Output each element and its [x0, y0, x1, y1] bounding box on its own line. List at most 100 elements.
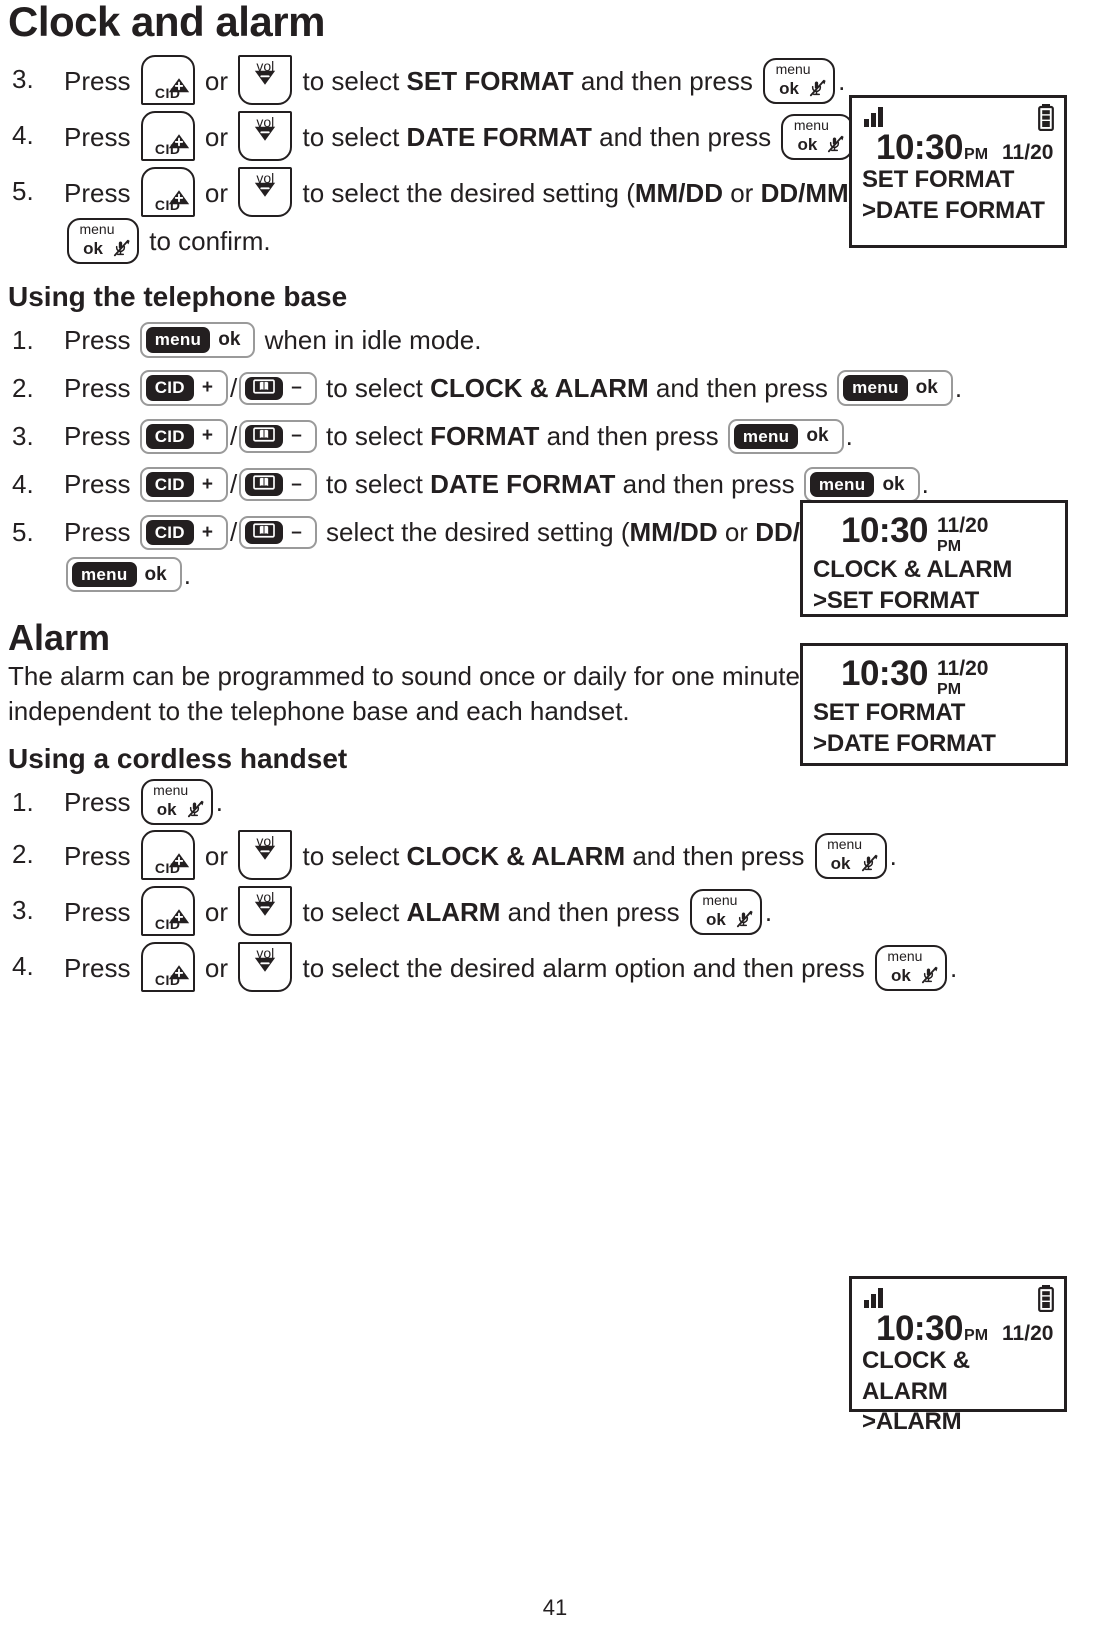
- handset-vol-down-key-icon: vol: [238, 55, 293, 106]
- key-label-menu: menu: [775, 61, 811, 78]
- step-text: Press CID + / – to select CLOCK & ALARM and…: [64, 370, 962, 407]
- text-run: and then press: [539, 421, 726, 452]
- key-label-menu: menu: [153, 781, 189, 798]
- text-run: or: [197, 65, 236, 96]
- section-heading-telephone-base: Using the telephone base: [8, 281, 348, 313]
- text-run: Press: [64, 373, 138, 404]
- key-label: CID: [154, 915, 181, 932]
- lcd-time: 10:30: [876, 128, 964, 167]
- handset-cid-up-key-icon: CID: [140, 885, 195, 936]
- menu-item-name: ALARM: [406, 896, 501, 927]
- page-number: 41: [542, 1595, 568, 1620]
- base-directory-down-key-icon: –: [239, 371, 317, 405]
- step-text: Press menu ok when in idle mode.: [64, 322, 481, 358]
- lcd-date: 11/20: [937, 657, 989, 680]
- key-label-ok: ok: [882, 473, 905, 495]
- key-label-ok: ok: [218, 329, 241, 351]
- text-run: .: [764, 896, 773, 927]
- handset-vol-down-key-icon: vol: [238, 885, 293, 936]
- battery-icon: [1038, 104, 1054, 132]
- lcd-status-row: [862, 104, 1056, 132]
- text-run: Press: [64, 65, 138, 96]
- text-run: /: [229, 517, 238, 548]
- text-run: to select: [295, 121, 407, 152]
- key-label-minus: –: [291, 377, 302, 399]
- lcd-line-1: SET FORMAT: [813, 699, 966, 726]
- signal-bars-icon: [864, 1288, 883, 1308]
- key-label: CID: [154, 141, 181, 158]
- step-number: 1.: [12, 325, 34, 356]
- handset-cid-up-key-icon: CID: [140, 941, 195, 992]
- menu-item-name: DD/MM: [760, 177, 849, 208]
- lcd-line-2: >ALARM: [862, 1408, 962, 1436]
- text-run: Press: [64, 325, 138, 356]
- step-item: 2. Press CID + / – to select CLOCK & ALARM a…: [8, 367, 1102, 409]
- text-run: and then press: [615, 469, 802, 500]
- text-run: to select: [295, 840, 407, 871]
- text-run: or: [197, 896, 236, 927]
- key-label-ok: ok: [156, 799, 177, 819]
- base-menu-ok-key-icon: menu ok: [139, 322, 256, 358]
- lcd-date-ampm-stack: 11/20 PM: [937, 513, 988, 555]
- lcd-display-base-set-format-date-format: 10:30 11/20 PM SET FORMAT >DATE FORMAT: [800, 643, 1068, 766]
- handset-cid-up-key-icon: CID: [140, 55, 195, 106]
- menu-item-name: CLOCK & ALARM: [430, 373, 649, 404]
- step-item: 3. Press CID + / – to select FORMAT and then…: [8, 415, 1102, 457]
- menu-item-name: DATE FORMAT: [430, 469, 616, 500]
- menu-item-name: FORMAT: [430, 421, 540, 452]
- lcd-time-row: 10:30 PM 11/20: [862, 130, 1056, 165]
- text-run: Press: [64, 421, 138, 452]
- key-label-menu: menu: [702, 891, 738, 908]
- handset-menu-ok-key-icon: menu ok: [874, 944, 947, 991]
- key-label-cid: CID: [145, 471, 194, 498]
- key-label-minus: –: [291, 521, 302, 543]
- step-text: Press CID + / – to select FORMAT and then p…: [64, 418, 853, 455]
- handset-vol-down-key-icon: vol: [238, 829, 293, 880]
- step-item: 4. Press CID or vol to select the desired…: [8, 941, 1102, 995]
- handset-vol-down-key-icon: vol: [238, 167, 293, 218]
- base-directory-down-key-icon: –: [239, 516, 317, 549]
- lcd-time: 10:30: [841, 511, 929, 550]
- base-directory-down-key-icon: –: [239, 468, 317, 501]
- step-text: Press CID or vol to select DATE FORMAT a…: [64, 111, 864, 162]
- text-run: .: [921, 469, 929, 500]
- manual-page: Clock and alarm 3. Press CID or vol to se…: [0, 0, 1110, 1629]
- lcd-date: 11/20: [937, 514, 989, 537]
- key-label: CID: [154, 85, 181, 102]
- step-number: 3.: [12, 64, 34, 95]
- key-label-menu: menu: [793, 117, 829, 134]
- key-label-ok: ok: [915, 377, 938, 399]
- key-label-menu: menu: [79, 221, 115, 238]
- open-book-icon: [245, 521, 284, 544]
- handset-menu-ok-key-icon: menu ok: [67, 218, 139, 265]
- step-number: 3.: [12, 421, 34, 452]
- step-list-alarm-handset: 1. Press menu ok. 2. Press CID or vol to sel…: [8, 778, 1102, 995]
- text-run: to select: [318, 469, 431, 500]
- lcd-ampm: PM: [937, 538, 962, 555]
- lcd-date: 11/20: [1002, 1322, 1054, 1345]
- menu-item-name: DATE FORMAT: [406, 121, 592, 152]
- lcd-line-1: CLOCK & ALARM: [862, 1347, 970, 1405]
- lcd-date-ampm-stack: 11/20 PM: [937, 656, 988, 698]
- triangle-down-icon: [254, 56, 276, 98]
- key-label-plus: +: [201, 473, 213, 495]
- triangle-down-icon: [254, 887, 276, 929]
- key-label-ok: ok: [83, 239, 103, 259]
- lcd-ampm: PM: [937, 681, 962, 698]
- text-run: Press: [64, 517, 138, 548]
- key-label-cid: CID: [145, 423, 194, 450]
- step-number: 4.: [12, 120, 34, 151]
- lcd-time-row: 10:30 PM 11/20: [862, 1311, 1056, 1346]
- key-label-cid: CID: [145, 519, 194, 546]
- base-cid-up-key-icon: CID +: [139, 418, 228, 455]
- text-run: and then press: [500, 896, 687, 927]
- text-run: Press: [64, 177, 138, 208]
- text-run: or: [197, 840, 236, 871]
- step-text: Press menu ok.: [64, 778, 223, 825]
- text-run: to confirm.: [142, 226, 271, 257]
- text-run: .: [889, 840, 897, 871]
- text-run: to select the desired setting (: [295, 177, 635, 208]
- text-run: and then press: [648, 373, 836, 404]
- text-run: and then press: [625, 840, 812, 871]
- text-run: to select: [318, 373, 431, 404]
